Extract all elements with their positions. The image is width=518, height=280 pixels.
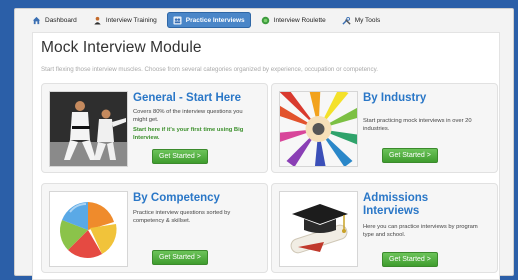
- tab-label: Interview Roulette: [273, 16, 326, 24]
- get-started-button[interactable]: Get Started >: [382, 148, 438, 163]
- tab-practice-interviews[interactable]: Practice Interviews: [166, 12, 251, 28]
- card-title[interactable]: By Industry: [363, 92, 426, 105]
- tab-interview-roulette[interactable]: Interview Roulette: [255, 12, 332, 28]
- tab-label: Interview Training: [105, 16, 157, 24]
- group-icon: [173, 15, 182, 25]
- page-subtitle: Start flexing those interview muscles. C…: [41, 66, 378, 73]
- tab-label: Dashboard: [45, 16, 77, 24]
- tab-label: My Tools: [354, 16, 381, 24]
- card-competency[interactable]: By Competency Practice interview questio…: [41, 183, 268, 273]
- card-industry[interactable]: By Industry Start practicing mock interv…: [271, 83, 498, 173]
- card-title[interactable]: General - Start Here: [133, 92, 241, 105]
- page-title: Mock Interview Module: [41, 39, 202, 56]
- card-description: Here you can practice interviews by prog…: [363, 224, 478, 238]
- tab-dashboard[interactable]: Dashboard: [26, 12, 83, 28]
- main-panel: Mock Interview Module Start flexing thos…: [32, 32, 500, 280]
- tab-my-tools[interactable]: My Tools: [336, 12, 387, 28]
- get-started-button[interactable]: Get Started >: [152, 250, 208, 265]
- pencils-image: [279, 91, 358, 167]
- top-nav: Dashboard Interview Training Practice In…: [26, 12, 386, 28]
- globe-icon: [261, 16, 269, 24]
- get-started-button[interactable]: Get Started >: [152, 149, 208, 164]
- card-description: Practice interview questions sorted by c…: [133, 210, 231, 224]
- pie-chart-image: [49, 191, 128, 267]
- card-note: Start here if it's your first time using…: [133, 127, 244, 141]
- tools-icon: [342, 16, 351, 25]
- card-description: Start practicing mock interviews in over…: [363, 118, 472, 132]
- karate-image: [49, 91, 128, 167]
- tab-interview-training[interactable]: Interview Training: [87, 12, 163, 28]
- house-icon: [32, 16, 41, 24]
- card-title[interactable]: Admissions Interviews: [363, 192, 473, 218]
- get-started-button[interactable]: Get Started >: [382, 252, 438, 267]
- card-description: Covers 80% of the interview questions yo…: [133, 109, 243, 123]
- tab-label: Practice Interviews: [185, 16, 245, 24]
- person-icon: [94, 16, 101, 25]
- graduation-cap-image: [279, 191, 358, 267]
- card-title[interactable]: By Competency: [133, 192, 220, 205]
- card-general[interactable]: General - Start Here Covers 80% of the i…: [41, 83, 268, 173]
- card-admissions[interactable]: Admissions Interviews Here you can pract…: [271, 183, 498, 273]
